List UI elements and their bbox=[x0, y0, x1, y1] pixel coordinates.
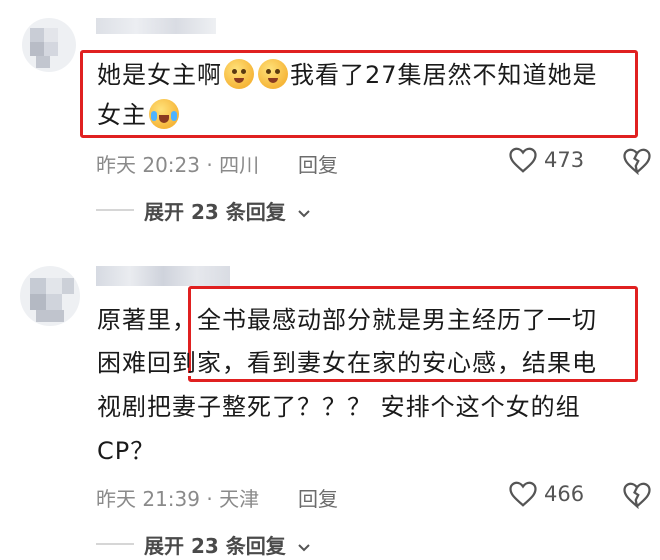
comment-text-line2: 困难回到家，看到妻女在家的安心感，结果电 bbox=[97, 349, 597, 377]
like-button[interactable]: 466 bbox=[508, 478, 588, 510]
heart-outline-icon bbox=[509, 147, 537, 173]
comment-text-line4: CP？ bbox=[97, 437, 156, 465]
expand-replies-button[interactable]: 展开 23 条回复 bbox=[144, 196, 311, 225]
username-blurred[interactable] bbox=[96, 266, 230, 286]
comment-text-part1: 她是女主啊 bbox=[97, 61, 222, 89]
expand-replies-button[interactable]: 展开 23 条回复 bbox=[144, 530, 311, 559]
broken-heart-icon[interactable] bbox=[622, 147, 652, 175]
username-blurred[interactable] bbox=[96, 18, 216, 34]
like-count: 473 bbox=[544, 148, 585, 172]
chevron-down-icon bbox=[298, 210, 310, 218]
avatar[interactable] bbox=[20, 266, 80, 326]
comment-text-line2: 女主 bbox=[97, 95, 181, 135]
comment-meta: 昨天 20:23 · 四川 bbox=[96, 153, 260, 177]
pleading-face-emoji-icon bbox=[258, 59, 288, 89]
comment-text-line3: 视剧把妻子整死了？？？ 安排个这个女的组 bbox=[97, 393, 581, 421]
comment-text: 原著里，全书最感动部分就是男主经历了一切 bbox=[97, 300, 597, 340]
comment-text-highlight: 全书最感动部分就是男主经历了一切 bbox=[197, 306, 597, 334]
divider-line bbox=[96, 543, 134, 545]
comment-meta: 昨天 21:39 · 天津 bbox=[96, 487, 260, 511]
divider-line bbox=[96, 209, 134, 211]
broken-heart-icon[interactable] bbox=[622, 481, 652, 509]
comment-text: 她是女主啊 我看了27集居然不知道她是 bbox=[97, 55, 598, 95]
loudly-crying-face-emoji-icon bbox=[149, 99, 179, 129]
comment-text-part3: 女主 bbox=[97, 101, 147, 129]
comment-prefix: 原著里， bbox=[97, 306, 197, 334]
reply-button[interactable]: 回复 bbox=[298, 149, 338, 178]
comment-text-part2: 我看了27集居然不知道她是 bbox=[290, 61, 598, 89]
chevron-down-icon bbox=[298, 544, 310, 552]
like-button[interactable]: 473 bbox=[508, 144, 588, 176]
pleading-face-emoji-icon bbox=[224, 59, 254, 89]
reply-button[interactable]: 回复 bbox=[298, 483, 338, 512]
avatar[interactable] bbox=[22, 18, 76, 72]
expand-replies-label: 展开 23 条回复 bbox=[144, 200, 286, 224]
heart-outline-icon bbox=[509, 481, 537, 507]
like-count: 466 bbox=[544, 482, 585, 506]
expand-replies-label: 展开 23 条回复 bbox=[144, 534, 286, 558]
